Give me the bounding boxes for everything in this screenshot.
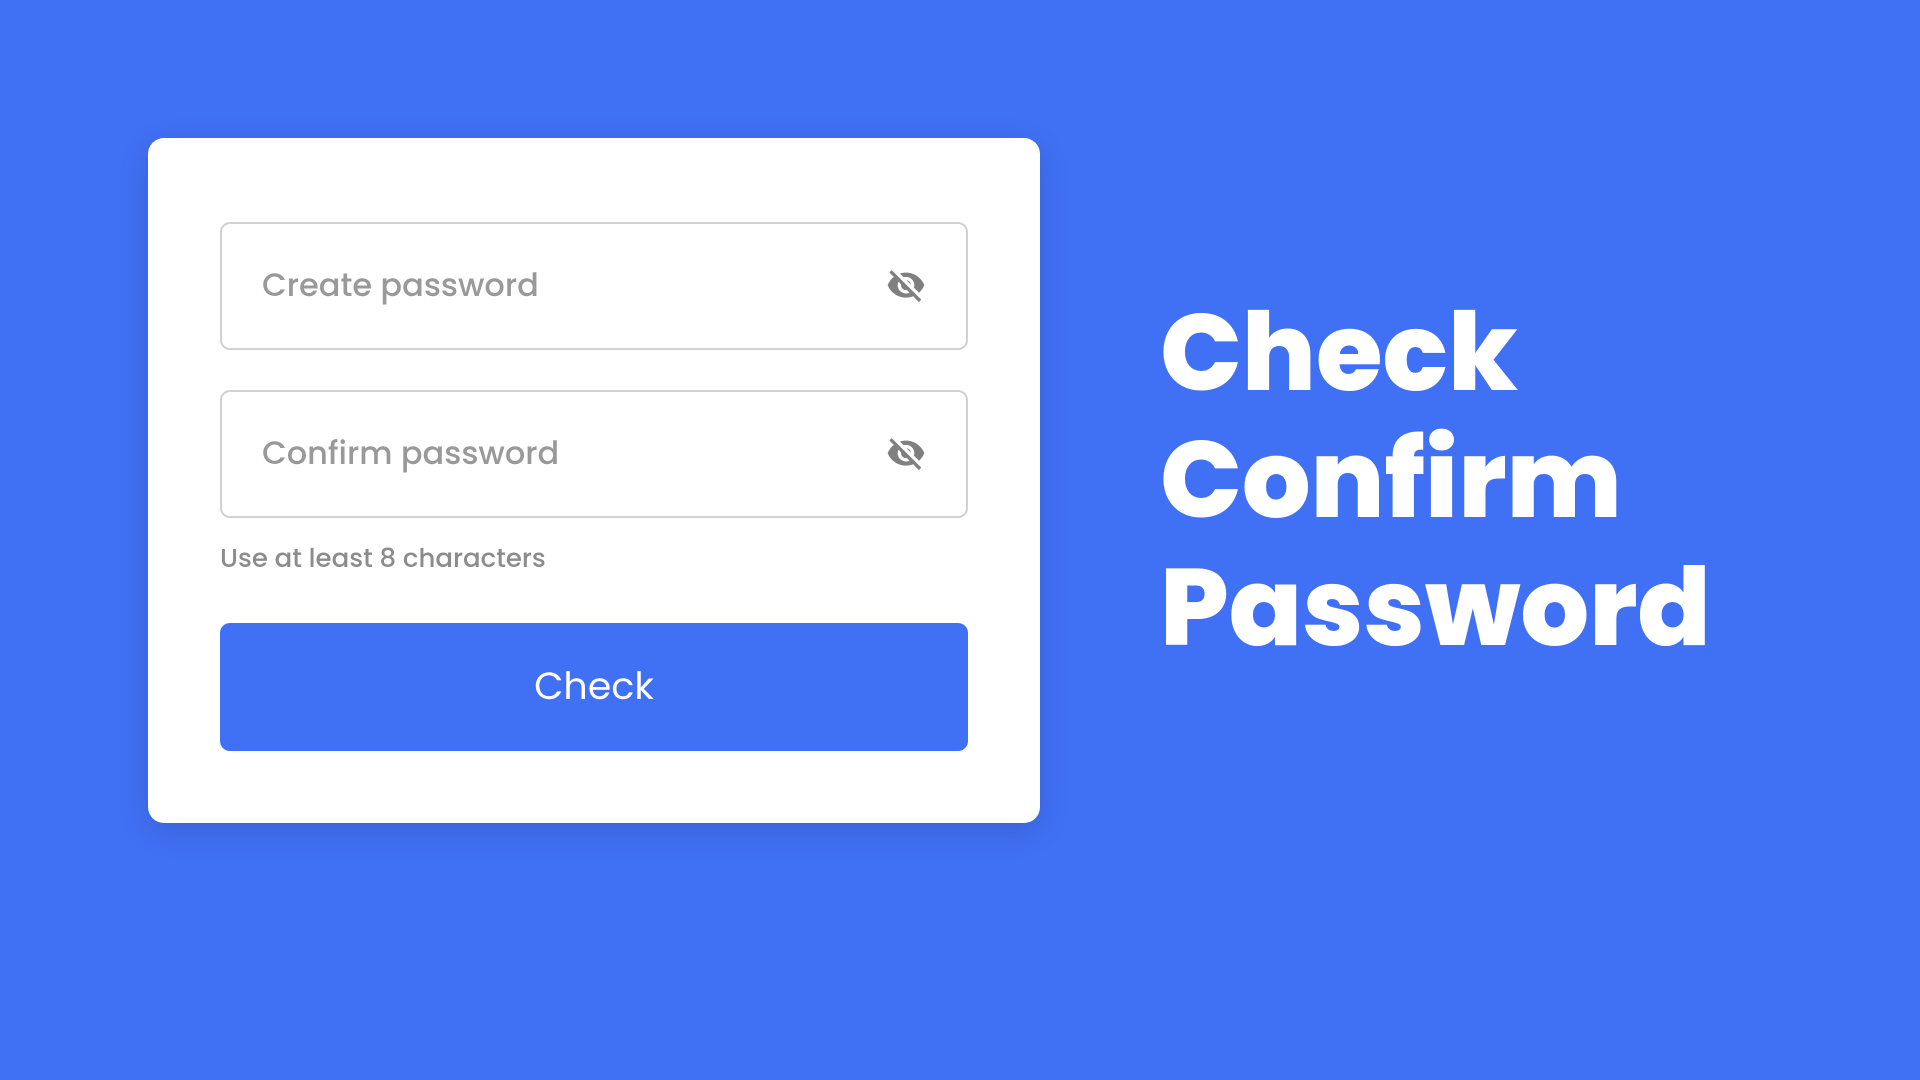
eye-off-icon [886,434,926,474]
heading-line-1: Check [1160,289,1711,416]
confirm-password-field [220,390,968,518]
heading-line-3: Password [1160,544,1711,671]
check-button[interactable]: Check [220,623,968,751]
toggle-confirm-password-visibility[interactable] [878,426,934,482]
heading-line-2: Confirm [1160,416,1711,543]
eye-off-icon [886,266,926,306]
create-password-field [220,222,968,350]
toggle-create-password-visibility[interactable] [878,258,934,314]
confirm-password-input[interactable] [262,430,878,478]
password-card: Use at least 8 characters Check [148,138,1040,823]
page-heading: Check Confirm Password [1160,289,1711,671]
password-hint: Use at least 8 characters [220,540,968,579]
create-password-input[interactable] [262,262,878,310]
page-container: Use at least 8 characters Check Check Co… [0,258,1920,823]
